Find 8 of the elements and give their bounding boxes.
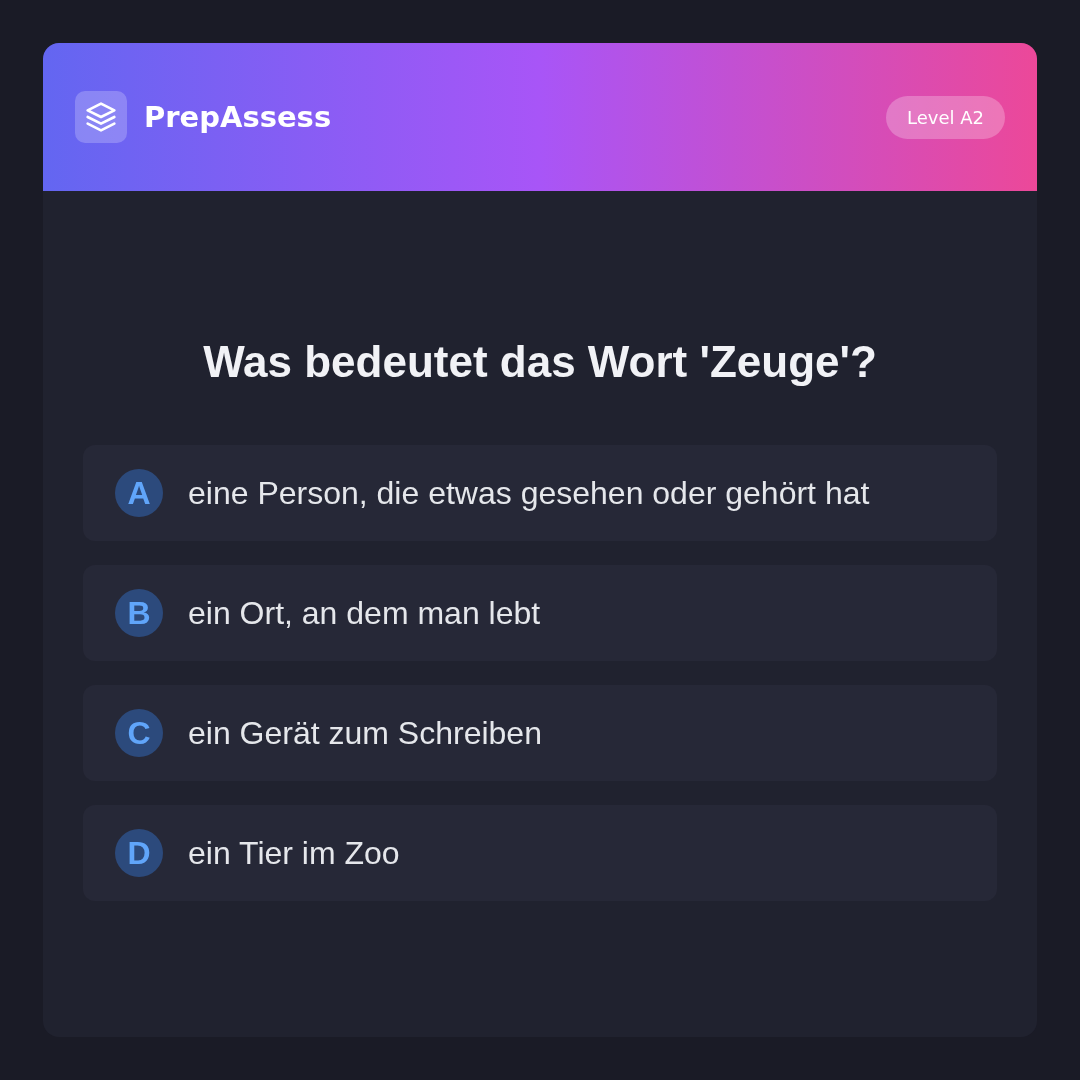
level-badge: Level A2 [886, 95, 1005, 139]
question-text: Was bedeutet das Wort 'Zeuge'? [202, 336, 878, 388]
answer-option[interactable]: B ein Ort, an dem man lebt [83, 565, 997, 661]
answer-option[interactable]: A eine Person, die etwas gesehen oder gehört hat [83, 445, 997, 541]
brand-name: PrepAssess [144, 100, 332, 134]
answer-option[interactable]: D ein Tier im Zoo [83, 805, 997, 901]
answer-option[interactable]: C ein Gerät zum Schreiben [83, 685, 997, 781]
logo-icon [75, 91, 127, 143]
